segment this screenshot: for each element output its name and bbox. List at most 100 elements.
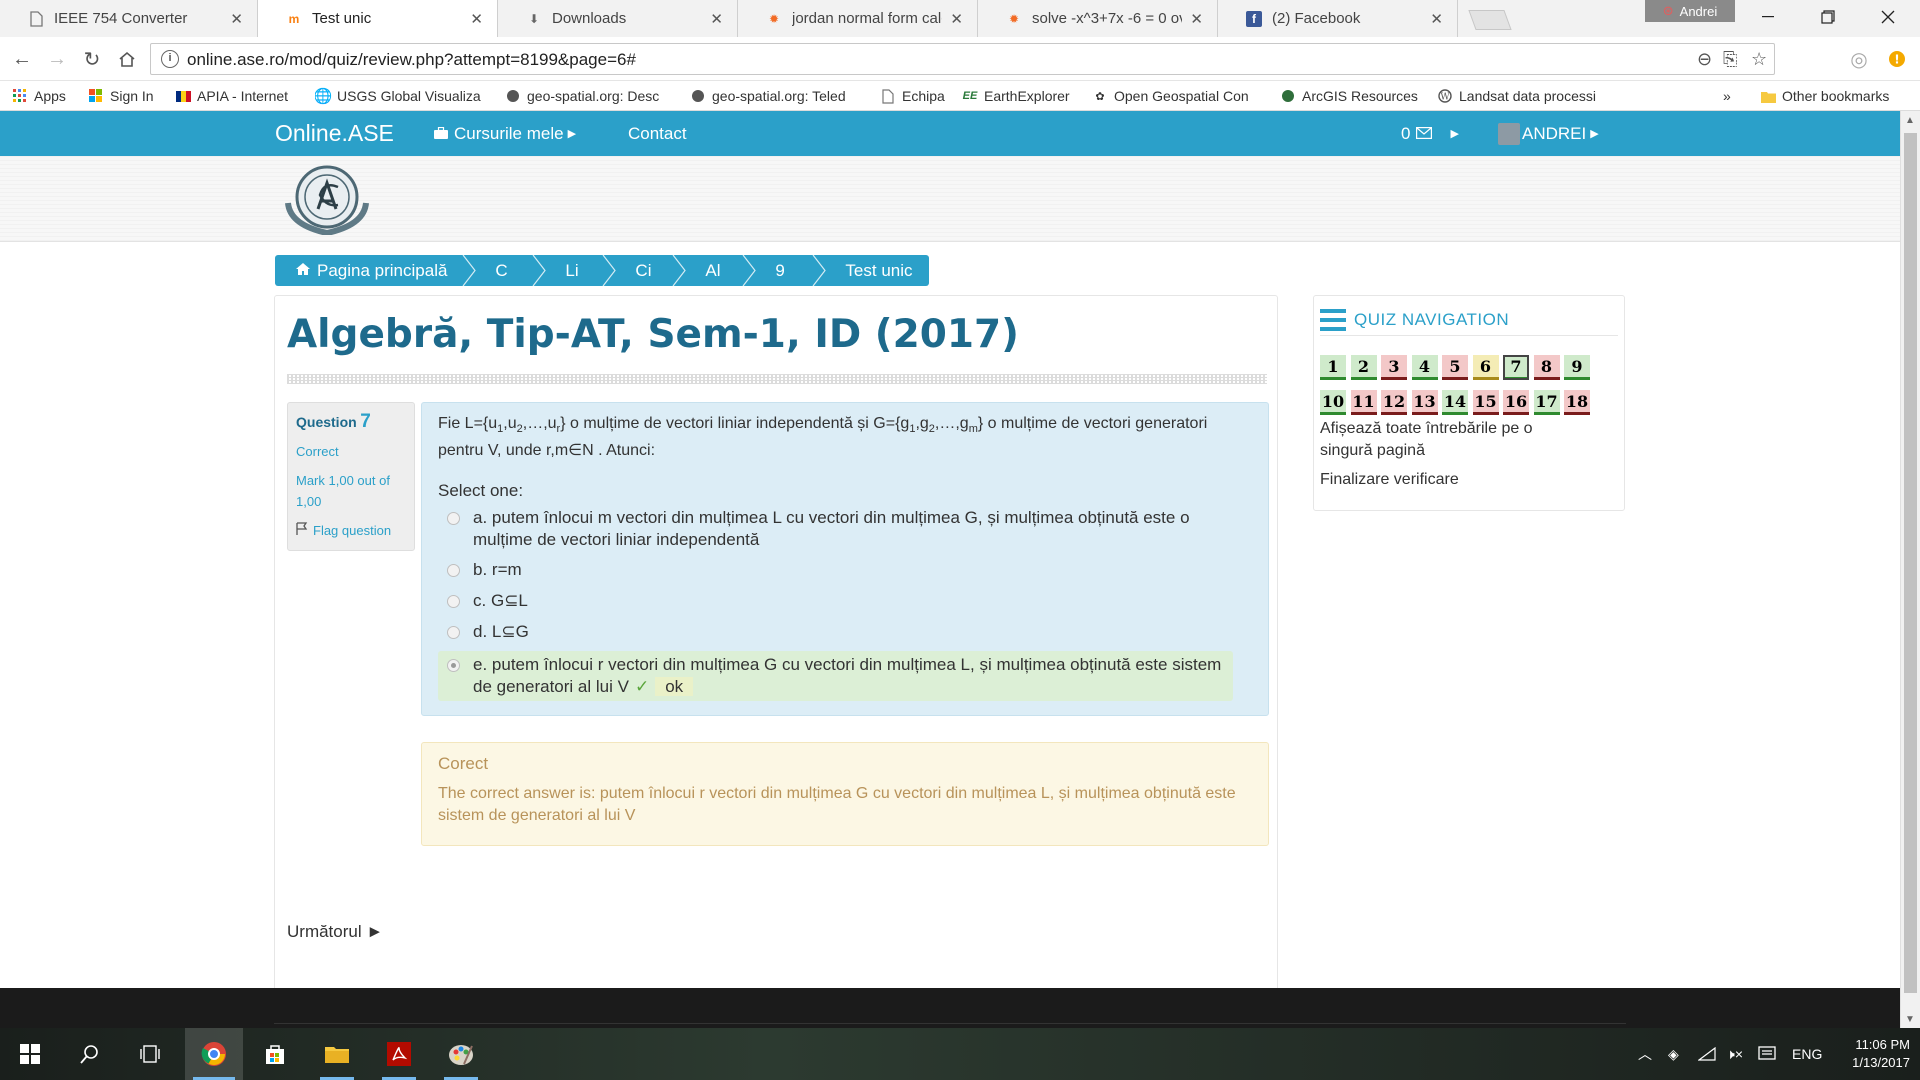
- quiz-nav-button[interactable]: 2: [1350, 355, 1377, 380]
- restore-button[interactable]: [1805, 0, 1851, 34]
- clock[interactable]: 11:06 PM 1/13/2017: [1836, 1028, 1910, 1080]
- back-icon[interactable]: ←: [10, 47, 34, 71]
- radio-button[interactable]: [447, 626, 460, 639]
- breadcrumb-item[interactable]: 9: [749, 255, 827, 286]
- quiz-nav-button[interactable]: 10: [1320, 390, 1346, 415]
- task-view-icon[interactable]: [125, 1028, 175, 1080]
- scrollbar-thumb[interactable]: [1904, 133, 1917, 993]
- quiz-nav-button[interactable]: 1: [1320, 355, 1346, 380]
- quiz-nav-button[interactable]: 3: [1381, 355, 1407, 380]
- info-icon[interactable]: i: [161, 50, 179, 68]
- ase-logo[interactable]: [280, 163, 374, 237]
- next-page-link[interactable]: Următorul ►: [287, 922, 383, 942]
- bookmark-apia[interactable]: APIA - Internet: [175, 86, 305, 106]
- quiz-nav-button[interactable]: 16: [1503, 390, 1529, 415]
- quiz-nav-button[interactable]: 15: [1472, 390, 1499, 415]
- breadcrumb-item[interactable]: Al: [679, 255, 757, 286]
- answer-option-d[interactable]: d. L⊆G: [438, 621, 1238, 643]
- page-scrollbar[interactable]: ▲ ▼: [1900, 111, 1920, 1028]
- quiz-nav-button[interactable]: 12: [1381, 390, 1407, 415]
- scroll-up-icon[interactable]: ▲: [1905, 115, 1915, 126]
- breadcrumb-item[interactable]: Li: [539, 255, 617, 286]
- extension-icon[interactable]: ◎: [1847, 47, 1871, 71]
- bookmark-arcgis[interactable]: ArcGIS Resources: [1280, 86, 1430, 106]
- bookmark-ogc[interactable]: ✿ Open Geospatial Con: [1092, 86, 1262, 106]
- flag-question-button[interactable]: Flag question: [296, 520, 406, 541]
- home-icon[interactable]: [115, 47, 139, 71]
- radio-button[interactable]: [447, 512, 460, 525]
- answer-option-c[interactable]: c. G⊆L: [438, 590, 1238, 612]
- answer-option-e[interactable]: e. putem înlocui r vectori din mulțimea …: [438, 651, 1233, 701]
- star-icon[interactable]: ☆: [1751, 49, 1767, 70]
- quiz-nav-button[interactable]: 7: [1503, 355, 1529, 380]
- quiz-nav-button[interactable]: 14: [1442, 390, 1468, 415]
- close-window-button[interactable]: [1865, 0, 1911, 34]
- tab-facebook[interactable]: f (2) Facebook ✕: [1218, 0, 1458, 37]
- breadcrumb-home[interactable]: Pagina principală: [275, 255, 477, 286]
- site-brand-link[interactable]: Online.ASE: [275, 111, 394, 156]
- bookmark-geospatial-2[interactable]: geo-spatial.org: Teled: [690, 86, 860, 106]
- bookmark-apps[interactable]: Apps: [12, 86, 82, 106]
- new-tab-button[interactable]: [1468, 10, 1512, 30]
- file-explorer-icon[interactable]: [312, 1028, 362, 1080]
- tab-solve[interactable]: ✹ solve -x^3+7x -6 = 0 ove ✕: [978, 0, 1218, 37]
- minimize-button[interactable]: [1745, 0, 1791, 34]
- close-icon[interactable]: ✕: [710, 10, 723, 28]
- bookmark-earthexplorer[interactable]: EE EarthExplorer: [962, 86, 1082, 106]
- volume-muted-icon[interactable]: 🕨×: [1726, 1028, 1743, 1080]
- show-all-link[interactable]: Afișează toate întrebările pe o singură …: [1320, 418, 1580, 462]
- breadcrumb-item[interactable]: Ci: [609, 255, 687, 286]
- zoom-icon[interactable]: ⊖: [1697, 49, 1712, 70]
- reload-icon[interactable]: ↻: [80, 47, 104, 71]
- show-hidden-icons-button[interactable]: ︿: [1638, 1028, 1652, 1080]
- menu-my-courses[interactable]: Cursurile mele ▶: [434, 111, 576, 156]
- action-center-icon[interactable]: [1758, 1028, 1776, 1080]
- messages-menu[interactable]: 0 ▶: [1401, 111, 1459, 156]
- translate-icon[interactable]: ⎘: [1723, 49, 1737, 70]
- menu-contact[interactable]: Contact: [628, 111, 687, 156]
- bookmark-sign-in[interactable]: Sign In: [88, 86, 168, 106]
- profile-button[interactable]: ⊛ Andrei: [1645, 0, 1735, 22]
- radio-button[interactable]: [447, 595, 460, 608]
- close-icon[interactable]: ✕: [1430, 10, 1443, 28]
- radio-button[interactable]: [447, 564, 460, 577]
- store-icon[interactable]: [250, 1028, 300, 1080]
- close-icon[interactable]: ✕: [470, 10, 483, 28]
- other-bookmarks[interactable]: Other bookmarks: [1760, 86, 1910, 106]
- language-indicator[interactable]: ENG: [1792, 1028, 1822, 1080]
- user-menu[interactable]: ANDREI ▶: [1498, 111, 1599, 156]
- tab-test-unic[interactable]: m Test unic ✕: [258, 0, 498, 37]
- scroll-down-icon[interactable]: ▼: [1905, 1014, 1915, 1025]
- answer-option-a[interactable]: a. putem înlocui m vectori din mulțimea …: [438, 507, 1238, 551]
- chrome-icon[interactable]: [185, 1028, 243, 1080]
- address-bar[interactable]: i online.ase.ro/mod/quiz/review.php?atte…: [150, 43, 1775, 75]
- bookmark-echipa[interactable]: Echipa: [880, 86, 960, 106]
- quiz-nav-button[interactable]: 13: [1411, 390, 1438, 415]
- breadcrumb-current[interactable]: Test unic: [819, 255, 928, 286]
- bookmark-usgs[interactable]: 🌐 USGS Global Visualiza: [315, 86, 485, 106]
- answer-option-b[interactable]: b. r=m: [438, 559, 1238, 581]
- radio-button-selected[interactable]: [447, 659, 460, 672]
- quiz-nav-button[interactable]: 4: [1411, 355, 1438, 380]
- tab-downloads[interactable]: ⬇ Downloads ✕: [498, 0, 738, 37]
- bookmark-landsat[interactable]: W Landsat data processi: [1437, 86, 1607, 106]
- bookmark-geospatial-1[interactable]: geo-spatial.org: Desc: [505, 86, 675, 106]
- windows-start-icon[interactable]: [5, 1028, 55, 1080]
- quiz-nav-button[interactable]: 18: [1564, 390, 1590, 415]
- tab-jordan[interactable]: ✹ jordan normal form calcu ✕: [738, 0, 978, 37]
- close-icon[interactable]: ✕: [230, 10, 243, 28]
- quiz-nav-button[interactable]: 17: [1533, 390, 1560, 415]
- forward-icon[interactable]: →: [45, 47, 69, 71]
- paint-icon[interactable]: [436, 1028, 486, 1080]
- quiz-nav-button[interactable]: 6: [1472, 355, 1499, 380]
- close-icon[interactable]: ✕: [1190, 10, 1203, 28]
- dropbox-icon[interactable]: ◈: [1668, 1028, 1679, 1080]
- breadcrumb-item[interactable]: C: [469, 255, 547, 286]
- tab-ieee754[interactable]: IEEE 754 Converter ✕: [0, 0, 258, 37]
- quiz-nav-button[interactable]: 8: [1533, 355, 1560, 380]
- quiz-nav-button[interactable]: 11: [1350, 390, 1377, 415]
- finish-review-link[interactable]: Finalizare verificare: [1320, 471, 1459, 489]
- acrobat-icon[interactable]: [374, 1028, 424, 1080]
- quiz-nav-button[interactable]: 5: [1442, 355, 1468, 380]
- wifi-icon[interactable]: [1698, 1028, 1716, 1080]
